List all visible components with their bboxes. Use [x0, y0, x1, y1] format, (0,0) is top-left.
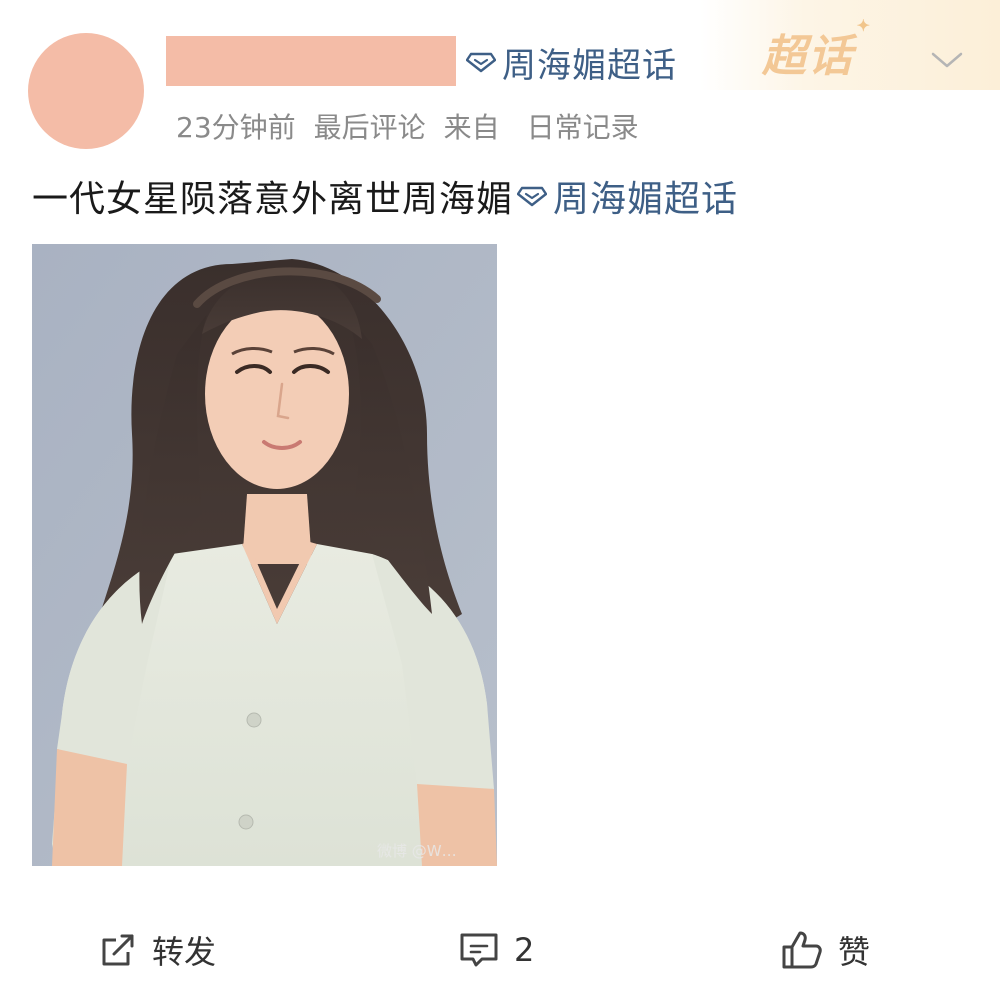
post-meta: 23分钟前 最后评论 来自 日常记录	[176, 106, 639, 146]
post-sort-label: 最后评论	[313, 111, 426, 144]
diamond-topic-icon	[517, 186, 548, 207]
post-source: 来自 日常记录	[444, 106, 639, 146]
post-topic-link[interactable]: 周海媚超话	[517, 170, 738, 222]
portrait-photo	[32, 244, 497, 866]
post-source-prefix: 来自	[443, 111, 500, 144]
image-watermark: 微博 @W…	[377, 842, 457, 860]
author-topic-label: 周海媚超话	[502, 45, 677, 86]
supertopic-badge-label: 超话	[762, 31, 854, 82]
repost-icon	[102, 934, 134, 966]
like-button[interactable]: 赞	[780, 928, 870, 972]
like-label: 赞	[838, 933, 871, 971]
avatar[interactable]	[28, 33, 144, 149]
post-text: 一代女星陨落意外离世周海媚	[32, 179, 514, 220]
chevron-down-icon[interactable]	[930, 48, 964, 72]
post-action-bar: 转发 2 赞	[0, 900, 1000, 1000]
post-source-name[interactable]: 日常记录	[527, 111, 639, 144]
thumbs-up-icon	[782, 931, 822, 969]
author-topic-link[interactable]: 周海媚超话	[466, 40, 677, 86]
comment-icon	[460, 933, 498, 967]
sparkle-icon: ✦	[856, 16, 872, 35]
post-body: 一代女星陨落意外离世周海媚 周海媚超话	[32, 170, 738, 222]
comment-button[interactable]: 2	[458, 928, 534, 972]
comment-count: 2	[514, 931, 535, 969]
post-time: 23分钟前	[176, 111, 296, 144]
supertopic-badge[interactable]: 超话 ✦	[762, 16, 870, 84]
post-topic-label: 周海媚超话	[553, 179, 739, 220]
author-name-redacted[interactable]	[166, 36, 456, 86]
diamond-topic-icon	[466, 52, 496, 73]
post-image[interactable]: 微博 @W…	[32, 244, 497, 866]
repost-label: 转发	[152, 933, 217, 971]
repost-button[interactable]: 转发	[98, 928, 216, 972]
